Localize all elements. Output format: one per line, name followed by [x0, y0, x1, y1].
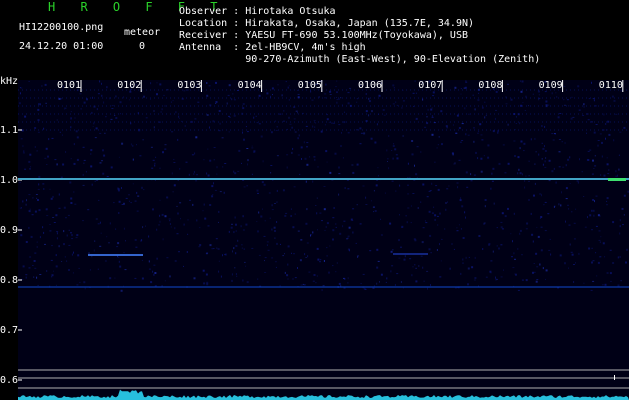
- y-tick-label: 0.7: [0, 325, 19, 336]
- axis-unit-label: kHz: [0, 76, 19, 87]
- x-tick-label: 0104: [237, 80, 262, 91]
- carrier-bright-segment: [608, 178, 626, 181]
- observation-datetime: 24.12.20 01:00: [19, 41, 104, 52]
- meteor-count: 0: [139, 41, 146, 52]
- x-tick-label: 0108: [478, 80, 503, 91]
- noise-field: [18, 80, 629, 292]
- meteor-label: meteor: [124, 27, 161, 38]
- y-tick-label: 0.6: [0, 375, 19, 386]
- spectrogram-plot: [18, 80, 629, 400]
- x-tick-label: 0110: [598, 80, 623, 91]
- x-tick-label: 0109: [538, 80, 563, 91]
- spectrum-trace: [18, 389, 629, 400]
- x-tick-label: 0106: [358, 80, 383, 91]
- hrofft-window: H R O F F T HI12200100.png 24.12.20 01:0…: [0, 0, 629, 400]
- y-tick-label: 0.8: [0, 275, 19, 286]
- right-marker: [614, 375, 615, 380]
- x-tick-label: 0107: [418, 80, 443, 91]
- y-tick-label: 1.1: [0, 125, 19, 136]
- receiver-line: Receiver : YAESU FT-690 53.100MHz(Toyoka…: [179, 30, 468, 41]
- x-tick-label: 0101: [57, 80, 82, 91]
- spectrogram-canvas: [18, 80, 629, 400]
- location-line: Location : Hirakata, Osaka, Japan (135.7…: [179, 18, 475, 29]
- x-tick-label: 0105: [297, 80, 322, 91]
- y-tick-label: 0.9: [0, 225, 19, 236]
- antenna-line: Antenna : 2el-HB9CV, 4m's high: [179, 42, 366, 53]
- file-name: HI12200100.png: [19, 22, 104, 33]
- observer-line: Observer : Hirotaka Otsuka: [179, 6, 336, 17]
- antenna-direction-line: 90-270-Azimuth (East-West), 90-Elevation…: [179, 54, 541, 65]
- y-tick-label: 1.0: [0, 175, 19, 186]
- x-tick-label: 0102: [117, 80, 142, 91]
- x-tick-label: 0103: [177, 80, 202, 91]
